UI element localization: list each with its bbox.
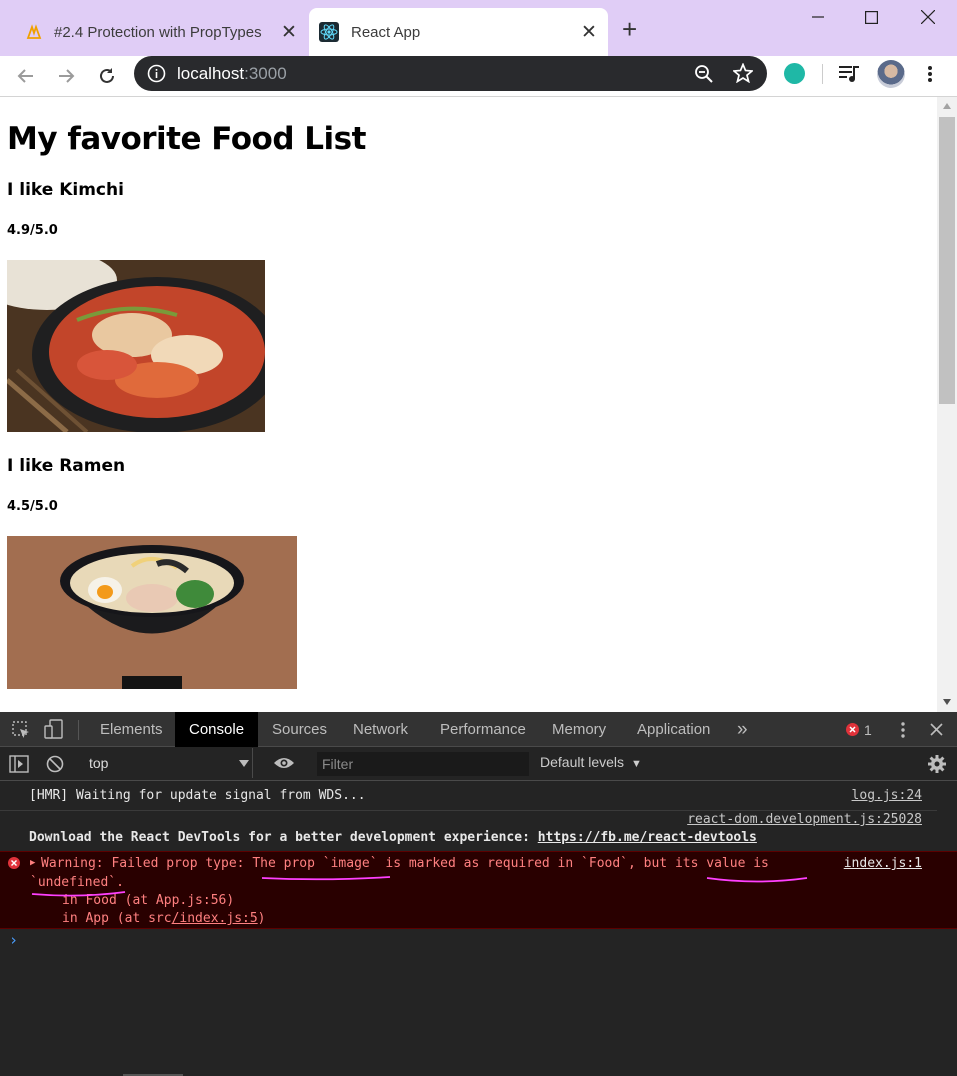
- page-viewport: My favorite Food List I like Kimchi 4.9/…: [0, 97, 937, 712]
- tab-propTypes[interactable]: #2.4 Protection with PropTypes ✕: [16, 8, 308, 56]
- maximize-icon[interactable]: [851, 6, 891, 28]
- devtools-panel: Elements Console Sources Network Perform…: [0, 712, 957, 1076]
- message-text: Download the React DevTools for a better…: [29, 830, 538, 845]
- console-prompt-icon[interactable]: ›: [9, 931, 18, 949]
- clear-console-icon[interactable]: [46, 755, 64, 773]
- info-icon[interactable]: [147, 64, 166, 83]
- page-title: My favorite Food List: [7, 121, 366, 157]
- error-count-icon[interactable]: [846, 723, 859, 736]
- message-text: [HMR] Waiting for update signal from WDS…: [29, 788, 366, 803]
- minimize-icon[interactable]: [798, 6, 838, 28]
- food-rating: 4.5/5.0: [7, 499, 58, 514]
- levels-label: Default levels: [540, 754, 625, 770]
- console-message: Download the React DevTools for a better…: [29, 830, 909, 845]
- console-output: [HMR] Waiting for update signal from WDS…: [0, 782, 957, 1076]
- console-filter-bar: top Filter Default levels ▼: [0, 747, 957, 781]
- scroll-up-arrow-icon[interactable]: [943, 103, 951, 109]
- ramen-photo: [7, 536, 297, 689]
- extension-icon[interactable]: [784, 63, 805, 84]
- inspect-element-icon[interactable]: [12, 721, 30, 739]
- devtools-link[interactable]: https://fb.me/react-devtools: [538, 830, 757, 845]
- console-message: [HMR] Waiting for update signal from WDS…: [29, 788, 919, 803]
- context-label: top: [89, 755, 109, 771]
- device-toolbar-icon[interactable]: [44, 719, 64, 739]
- console-sidebar-icon[interactable]: [9, 755, 29, 773]
- context-selector[interactable]: top: [78, 748, 253, 778]
- more-tabs-icon[interactable]: »: [737, 712, 748, 747]
- chevron-down-icon: [239, 760, 249, 767]
- devtools-menu-icon[interactable]: [900, 721, 906, 739]
- scrollbar-thumb[interactable]: [939, 117, 955, 404]
- tab-network[interactable]: Network: [353, 712, 408, 747]
- reload-icon[interactable]: [93, 62, 121, 90]
- close-tab-icon[interactable]: ✕: [580, 21, 598, 44]
- close-tab-icon[interactable]: ✕: [280, 21, 298, 44]
- settings-gear-icon[interactable]: [928, 755, 946, 773]
- zoom-icon[interactable]: [694, 64, 714, 84]
- url-text[interactable]: localhost:3000: [177, 64, 287, 84]
- react-logo-icon: [319, 22, 339, 42]
- tab-react-app[interactable]: React App ✕: [309, 8, 608, 56]
- tab-title: #2.4 Protection with PropTypes: [54, 23, 262, 41]
- annotation-underlines: [31, 876, 808, 897]
- close-window-icon[interactable]: [908, 6, 948, 28]
- tab-performance[interactable]: Performance: [440, 712, 526, 747]
- browser-titlebar: #2.4 Protection with PropTypes ✕ React A…: [0, 0, 957, 56]
- log-levels-dropdown[interactable]: Default levels ▼: [540, 754, 642, 770]
- error-count[interactable]: 1: [864, 712, 872, 747]
- message-divider: [0, 810, 937, 811]
- forward-arrow-icon[interactable]: [52, 62, 80, 90]
- browser-toolbar: localhost:3000: [0, 56, 957, 97]
- chevron-down-icon: ▼: [630, 758, 642, 770]
- tab-memory[interactable]: Memory: [552, 712, 606, 747]
- page-scrollbar[interactable]: [937, 97, 957, 712]
- food-rating: 4.9/5.0: [7, 223, 58, 238]
- tab-title: React App: [351, 23, 421, 41]
- new-tab-button[interactable]: +: [622, 16, 637, 42]
- tab-divider: [78, 720, 79, 740]
- close-devtools-icon[interactable]: [930, 723, 943, 736]
- source-link[interactable]: log.js:24: [852, 788, 922, 803]
- filter-placeholder: Filter: [322, 756, 354, 772]
- live-expression-eye-icon[interactable]: [273, 756, 295, 770]
- tab-sources[interactable]: Sources: [272, 712, 327, 747]
- food-title: I like Ramen: [7, 456, 126, 476]
- scroll-down-arrow-icon[interactable]: [943, 699, 951, 705]
- avatar[interactable]: [877, 60, 905, 88]
- source-link[interactable]: react-dom.development.js:25028: [687, 812, 922, 827]
- kebab-menu-icon[interactable]: [926, 64, 934, 84]
- back-arrow-icon[interactable]: [12, 62, 40, 90]
- console-filter-input[interactable]: Filter: [317, 752, 529, 776]
- kimchi-photo: [7, 260, 265, 432]
- bookmark-star-icon[interactable]: [733, 63, 753, 83]
- media-control-icon[interactable]: [838, 63, 860, 83]
- tab-console[interactable]: Console: [175, 712, 259, 747]
- toolbar-divider: [822, 64, 823, 84]
- nomad-logo-icon: [26, 24, 42, 39]
- tab-application[interactable]: Application: [637, 712, 710, 747]
- address-bar[interactable]: localhost:3000: [134, 56, 767, 91]
- food-title: I like Kimchi: [7, 180, 124, 200]
- error-message: ▶ Warning: Failed prop type: The prop `i…: [0, 851, 957, 929]
- devtools-tab-bar: Elements Console Sources Network Perform…: [0, 712, 957, 747]
- tab-elements[interactable]: Elements: [100, 712, 163, 747]
